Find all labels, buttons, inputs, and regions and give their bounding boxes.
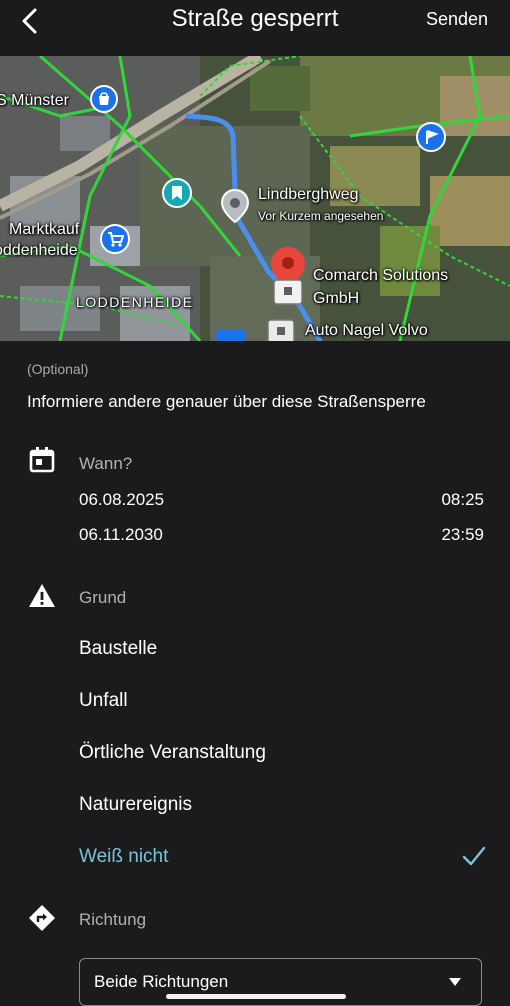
optional-hint: (Optional) [27,361,89,377]
map-view[interactable]: S Münster Lindberghweg Vor Kurzem angese… [0,56,510,341]
warning-icon [29,584,55,607]
start-date[interactable]: 06.08.2025 [79,490,164,510]
map-label-marktkauf-sub: oddenheide [0,242,78,259]
direction-label: Richtung [79,910,147,929]
send-button[interactable]: Senden [426,9,488,30]
direction-select-value: Beide Richtungen [94,972,229,991]
reason-option-weiss-nicht[interactable]: Weiß nicht [79,846,168,868]
direction-icon [29,905,55,931]
map-label-s-muenster: S Münster [0,92,69,109]
map-label-auto-nagel: Auto Nagel Volvo [305,322,428,339]
partial-marker-icon [216,330,246,341]
parking-flag-icon[interactable] [416,122,446,152]
building-marker-icon[interactable] [266,318,296,341]
reason-option-naturereignis[interactable]: Naturereignis [79,794,192,816]
reason-option-veranstaltung[interactable]: Örtliche Veranstaltung [79,742,266,764]
report-form: (Optional) Informiere andere genauer übe… [0,341,510,1006]
top-bar: Straße gesperrt Senden [0,0,510,56]
map-label-comarch-sub: GmbH [313,290,360,307]
shopping-bag-icon[interactable] [90,85,118,113]
start-time[interactable]: 08:25 [441,490,484,510]
map-label-lindberghweg: Lindberghweg [258,186,359,203]
recent-place-pin-icon[interactable] [220,189,250,223]
reason-option-baustelle[interactable]: Baustelle [79,638,157,660]
location-pin-icon[interactable] [268,246,308,306]
info-heading: Informiere andere genauer über diese Str… [27,392,426,411]
end-date[interactable]: 06.11.2030 [79,525,163,545]
map-label-marktkauf: Marktkauf [9,221,80,238]
reason-label: Grund [79,588,127,607]
checkmark-icon [462,846,486,866]
map-label-comarch: Comarch Solutions [313,267,449,284]
bookmark-icon[interactable] [162,178,192,208]
shopping-cart-icon[interactable] [100,224,130,254]
reason-option-unfall[interactable]: Unfall [79,690,128,712]
map-label-lindberghweg-sub: Vor Kurzem angesehen [258,209,384,223]
home-indicator[interactable] [166,994,346,999]
when-label: Wann? [79,454,133,473]
end-time[interactable]: 23:59 [441,525,484,545]
caret-down-icon [449,978,461,986]
map-label-loddenheide: LODDENHEIDE [76,294,194,310]
calendar-icon [29,447,55,473]
